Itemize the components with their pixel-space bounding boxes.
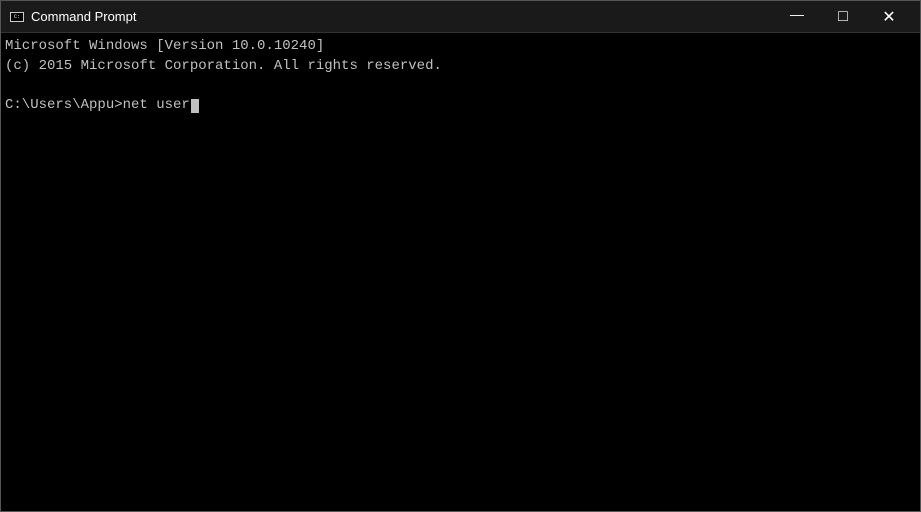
close-icon: ✕: [882, 7, 895, 27]
console-line-2: (c) 2015 Microsoft Corporation. All righ…: [5, 57, 916, 77]
prompt-text: C:\Users\Appu>net user: [5, 96, 190, 116]
maximize-icon: □: [838, 8, 848, 26]
window-controls: — □ ✕: [774, 1, 912, 33]
minimize-button[interactable]: —: [774, 1, 820, 33]
title-bar-left: Command Prompt: [9, 9, 136, 25]
close-button[interactable]: ✕: [866, 1, 912, 33]
console-area[interactable]: Microsoft Windows [Version 10.0.10240] (…: [1, 33, 920, 511]
window-title: Command Prompt: [31, 9, 136, 24]
cursor-blink: [191, 99, 199, 113]
console-line-3: [5, 76, 916, 96]
console-line-1: Microsoft Windows [Version 10.0.10240]: [5, 37, 916, 57]
console-prompt-line: C:\Users\Appu>net user: [5, 96, 916, 116]
command-prompt-window: Command Prompt — □ ✕ Microsoft Windows […: [0, 0, 921, 512]
cmd-app-icon: [9, 9, 25, 25]
title-bar: Command Prompt — □ ✕: [1, 1, 920, 33]
maximize-button[interactable]: □: [820, 1, 866, 33]
minimize-icon: —: [790, 7, 804, 27]
